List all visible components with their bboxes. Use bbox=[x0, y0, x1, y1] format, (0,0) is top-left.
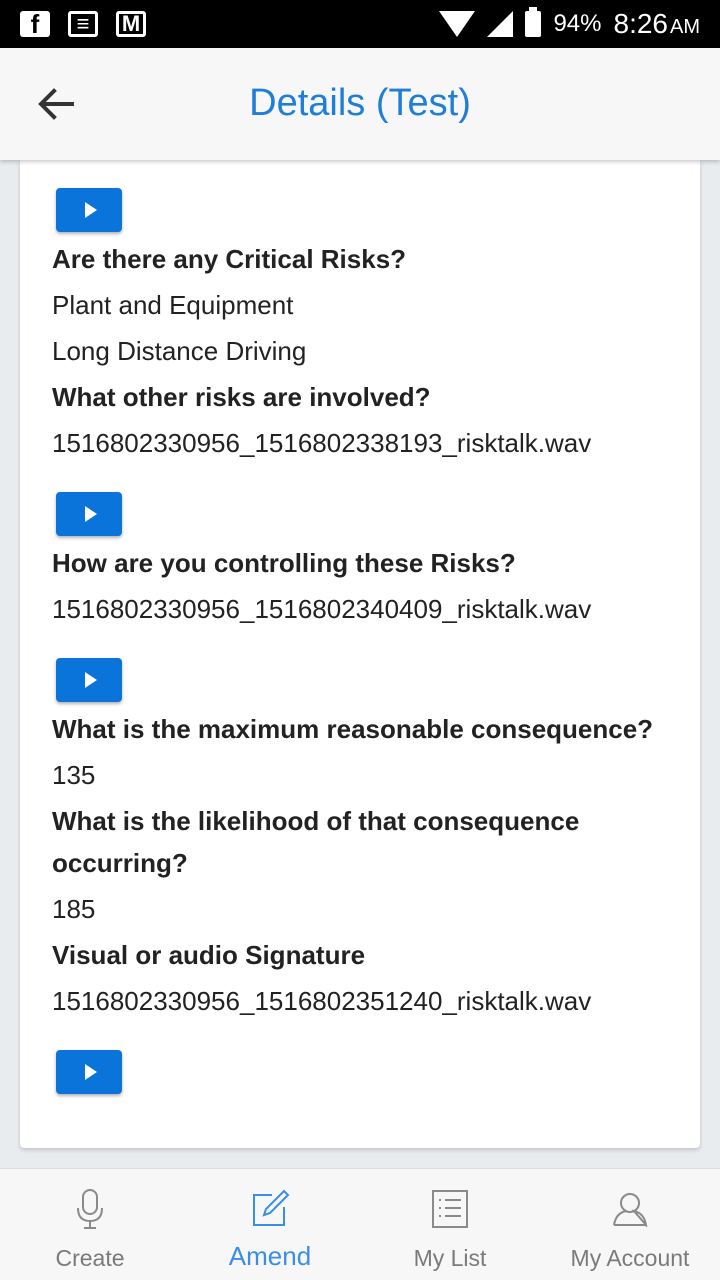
wifi-icon bbox=[439, 11, 476, 37]
battery-level: 94% bbox=[553, 10, 602, 37]
answer-critical-risk-2: Long Distance Driving bbox=[52, 336, 307, 366]
details-card: Are there any Critical Risks? Plant and … bbox=[20, 160, 700, 1148]
user-icon bbox=[612, 1187, 648, 1231]
answer-likelihood: 185 bbox=[52, 894, 96, 924]
play-button[interactable] bbox=[56, 1050, 122, 1094]
facebook-icon: f bbox=[20, 11, 50, 37]
answer-other-risks-file: 1516802330956_1516802338193_risktalk.wav bbox=[52, 428, 592, 458]
question-controlling-risks: How are you controlling these Risks? bbox=[52, 548, 516, 578]
answer-max-consequence: 135 bbox=[52, 760, 96, 790]
answer-signature-file: 1516802330956_1516802351240_risktalk.wav bbox=[52, 986, 592, 1016]
bottom-navigation: Create Amend My List My Account bbox=[0, 1168, 720, 1280]
nav-amend[interactable]: Amend bbox=[180, 1169, 360, 1280]
nav-my-list[interactable]: My List bbox=[360, 1169, 540, 1280]
status-bar: f ≡ M 94% 8:26 AM bbox=[0, 0, 720, 48]
news-icon: ≡ bbox=[68, 11, 98, 37]
question-critical-risks: Are there any Critical Risks? bbox=[52, 244, 407, 274]
question-signature: Visual or audio Signature bbox=[52, 940, 366, 970]
answer-controlling-risks-file: 1516802330956_1516802340409_risktalk.wav bbox=[52, 594, 592, 624]
play-button[interactable] bbox=[56, 658, 122, 702]
notification-icons: f ≡ M bbox=[20, 11, 146, 37]
edit-icon bbox=[250, 1187, 290, 1231]
clock-time: 8:26 bbox=[613, 8, 669, 39]
play-button[interactable] bbox=[56, 188, 122, 232]
signal-icon bbox=[487, 11, 514, 37]
nav-my-account[interactable]: My Account bbox=[540, 1169, 720, 1280]
play-icon bbox=[84, 672, 97, 688]
nav-amend-label: Amend bbox=[228, 1241, 312, 1271]
play-button[interactable] bbox=[56, 492, 122, 536]
question-likelihood: What is the likelihood of that consequen… bbox=[52, 806, 580, 878]
question-max-consequence: What is the maximum reasonable consequen… bbox=[52, 714, 654, 744]
page-title: Details (Test) bbox=[249, 82, 471, 124]
play-icon bbox=[84, 1064, 97, 1080]
answer-critical-risk-1: Plant and Equipment bbox=[52, 290, 294, 320]
clock: 8:26 AM bbox=[614, 8, 701, 40]
play-icon bbox=[84, 202, 97, 218]
clock-ampm: AM bbox=[670, 16, 700, 38]
microphone-icon bbox=[75, 1187, 105, 1231]
app-bar: Details (Test) bbox=[0, 48, 720, 160]
gmail-icon: M bbox=[116, 11, 146, 37]
nav-my-list-label: My List bbox=[413, 1245, 487, 1271]
nav-create[interactable]: Create bbox=[0, 1169, 180, 1280]
battery-icon bbox=[525, 7, 542, 37]
nav-create-label: Create bbox=[55, 1245, 125, 1271]
system-status: 94% 8:26 AM bbox=[439, 7, 701, 40]
nav-my-account-label: My Account bbox=[570, 1245, 690, 1271]
list-icon bbox=[431, 1187, 469, 1231]
play-icon bbox=[84, 506, 97, 522]
question-other-risks: What other risks are involved? bbox=[52, 382, 431, 412]
